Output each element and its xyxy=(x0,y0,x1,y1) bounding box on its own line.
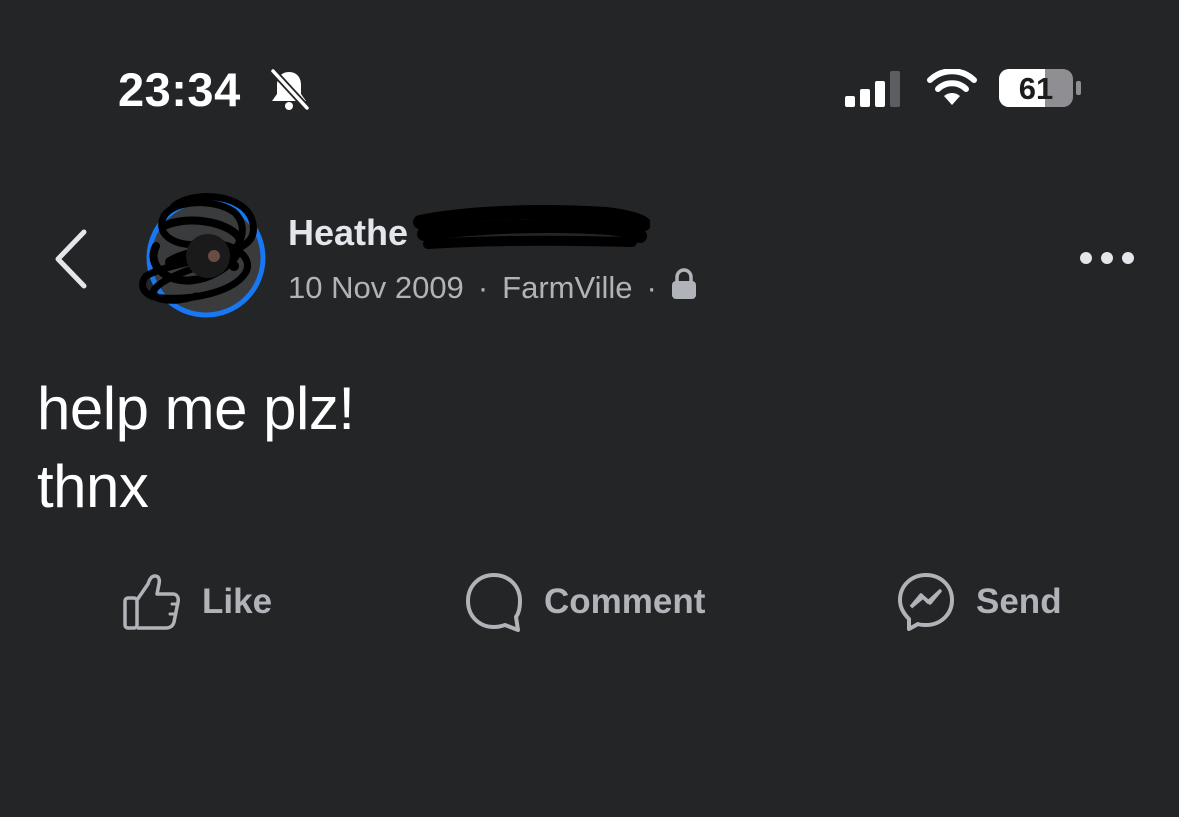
like-label: Like xyxy=(202,582,273,621)
post-app[interactable]: FarmVille xyxy=(502,270,632,306)
battery-level: 61 xyxy=(1018,71,1054,106)
thumbs-up-icon xyxy=(123,574,180,630)
chevron-left-icon xyxy=(55,229,87,289)
send-button[interactable]: Send xyxy=(896,570,1062,634)
lock-icon xyxy=(671,268,697,308)
post-text-line: thnx xyxy=(37,453,149,520)
comment-button[interactable]: Comment xyxy=(464,570,705,634)
post-author[interactable]: Heathe xyxy=(288,212,408,254)
redaction-scribble xyxy=(410,200,651,265)
status-bar: 23:34 61 xyxy=(0,0,1179,180)
back-button[interactable] xyxy=(52,228,92,295)
speech-bubble-icon xyxy=(466,573,522,632)
post-date[interactable]: 10 Nov 2009 xyxy=(288,270,464,306)
more-options-button[interactable] xyxy=(1078,250,1136,271)
cellular-signal-icon xyxy=(844,70,906,113)
post-text-line: help me plz! xyxy=(37,375,355,442)
send-label: Send xyxy=(976,582,1062,621)
status-time: 23:34 xyxy=(118,63,241,116)
messenger-icon xyxy=(898,573,954,631)
comment-label: Comment xyxy=(544,582,706,621)
meta-separator: · xyxy=(646,270,657,305)
meta-separator: · xyxy=(477,270,489,305)
avatar[interactable] xyxy=(134,186,268,325)
post-meta: 10 Nov 2009 · FarmVille · xyxy=(288,268,697,308)
wifi-icon xyxy=(926,68,978,112)
like-button[interactable]: Like xyxy=(122,570,272,634)
ellipsis-icon xyxy=(1080,252,1134,264)
bell-slash-icon xyxy=(266,66,312,117)
post-text: help me plz! thnx xyxy=(37,370,355,526)
